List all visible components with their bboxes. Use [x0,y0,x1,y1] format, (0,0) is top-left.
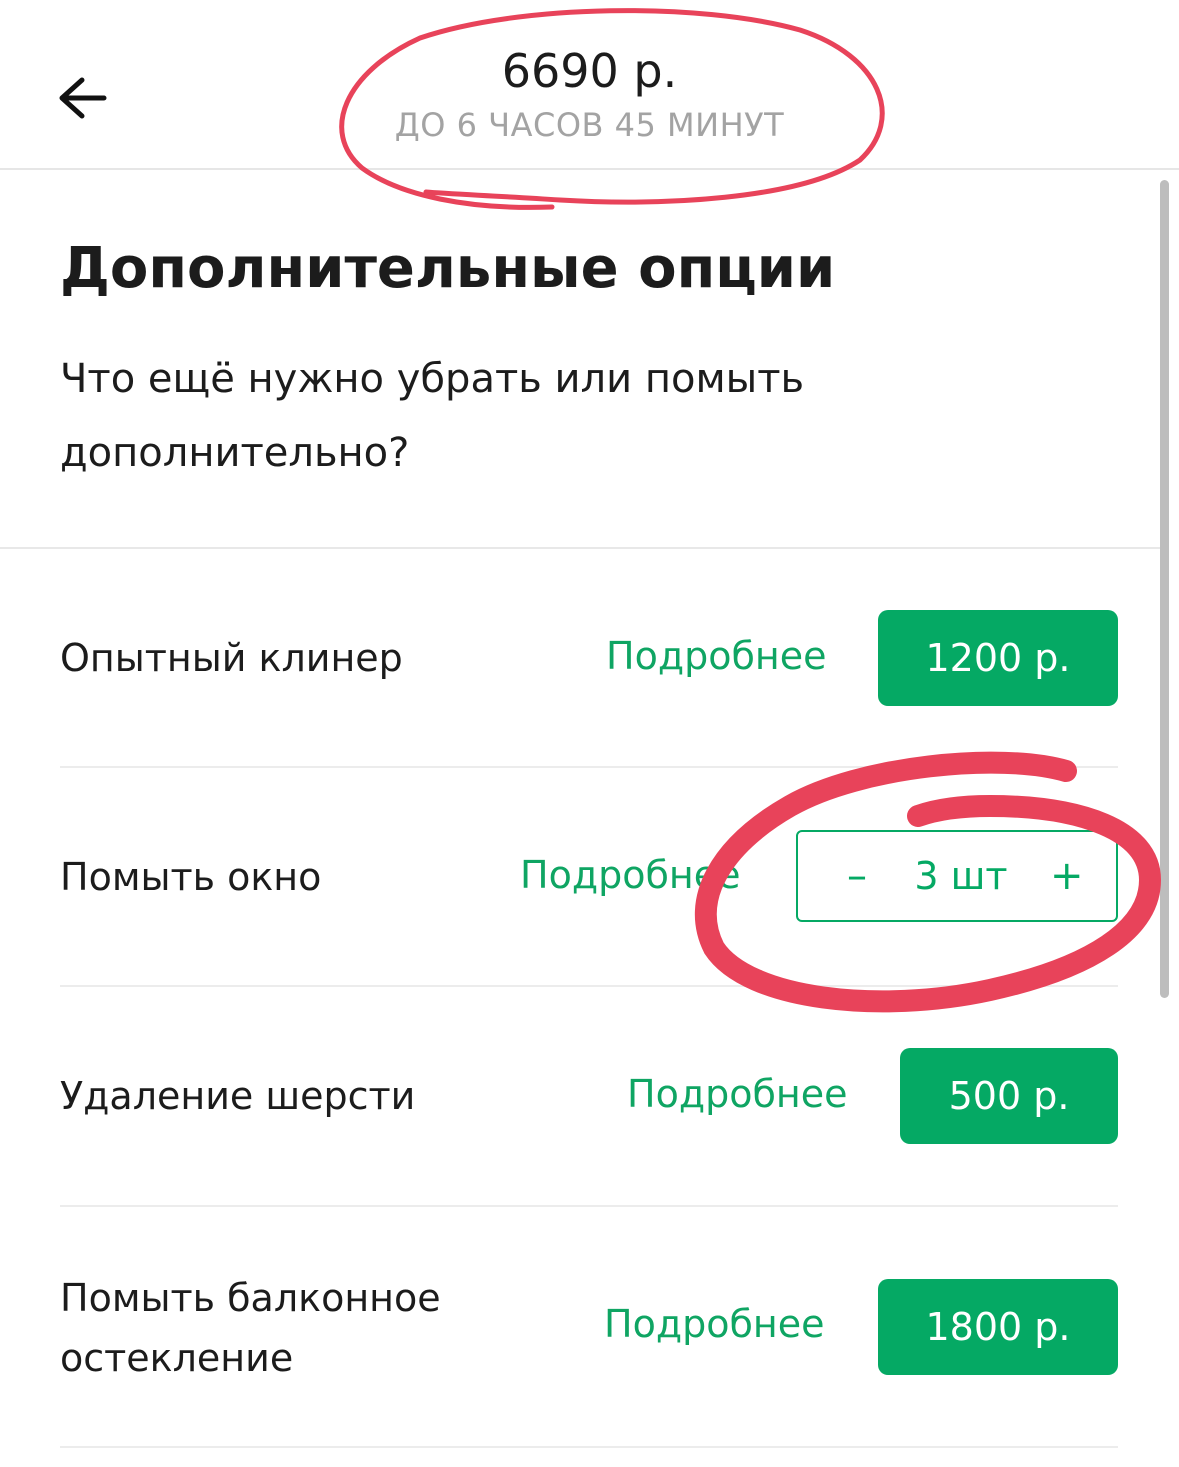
add-option-price-button[interactable]: 1200 р. [878,610,1118,706]
duration-label: ДО 6 ЧАСОВ 45 МИНУТ [394,106,785,144]
details-link[interactable]: Подробнее [606,634,827,678]
divider [0,547,1160,549]
row-divider [60,766,1118,768]
annotation-overlay [339,8,1162,1013]
details-link[interactable]: Подробнее [604,1302,825,1346]
option-row-balcony-glazing: Помыть балконное остекление Подробнее 18… [60,1268,1118,1398]
add-option-price-button[interactable]: 500 р. [900,1048,1118,1144]
add-option-price-button[interactable]: 1800 р. [878,1279,1118,1375]
details-link[interactable]: Подробнее [627,1072,848,1116]
quantity-stepper: – 3 шт + [796,830,1118,922]
scrollbar[interactable] [1160,180,1169,998]
row-divider [60,985,1118,987]
page-title: Дополнительные опции [60,236,836,301]
option-row-experienced-cleaner: Опытный клинер Подробнее 1200 р. [60,610,1118,706]
option-label: Помыть балконное остекление [60,1276,441,1380]
option-row-fur-removal: Удаление шерсти Подробнее 500 р. [60,1048,1118,1144]
option-label: Опытный клинер [60,636,403,680]
quantity-value: 3 шт [914,854,1008,898]
header-bar: 6690 р. ДО 6 ЧАСОВ 45 МИНУТ [0,0,1179,170]
page-subtitle: Что ещё нужно убрать или помыть дополнит… [60,356,805,476]
row-divider [60,1446,1118,1448]
screen: 6690 р. ДО 6 ЧАСОВ 45 МИНУТ Дополнительн… [0,0,1179,1467]
option-row-wash-window: Помыть окно Подробнее – 3 шт + [60,830,1118,924]
row-divider [60,1205,1118,1207]
decrement-button[interactable]: – [842,853,872,899]
option-label: Помыть окно [60,855,322,899]
total-price: 6690 р. [501,44,678,98]
option-label: Удаление шерсти [60,1074,416,1118]
increment-button[interactable]: + [1050,853,1084,899]
details-link[interactable]: Подробнее [520,853,741,897]
